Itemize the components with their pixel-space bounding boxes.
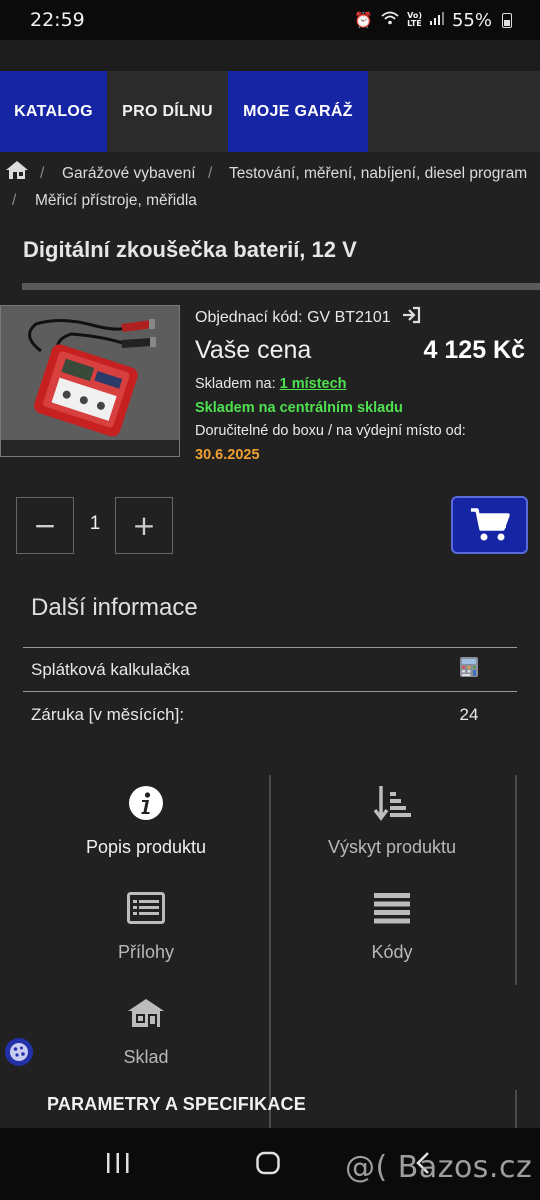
- more-info-title: Další informace: [31, 594, 198, 621]
- tab-pro-dilnu[interactable]: PRO DÍLNU: [107, 71, 228, 152]
- tab-katalog[interactable]: KATALOG: [0, 71, 107, 152]
- status-bar: 22:59 ⏰ Vo) LTE 55%: [0, 0, 540, 40]
- watermark-logo: @( Bazos.cz: [345, 1150, 533, 1185]
- main-nav: KATALOG PRO DÍLNU MOJE GARÁŽ: [0, 71, 540, 152]
- params-heading[interactable]: PARAMETRY A SPECIFIKACE: [47, 1094, 306, 1115]
- nav-spacer: [368, 71, 540, 152]
- tile-kody[interactable]: Kódy: [269, 888, 515, 963]
- tab-moje-garaz[interactable]: MOJE GARÁŽ: [228, 71, 368, 152]
- calculator-icon[interactable]: [429, 656, 509, 683]
- tile-label: Popis produktu: [85, 837, 207, 857]
- tile-label: Kódy: [371, 942, 413, 962]
- wifi-icon: [381, 11, 399, 29]
- row-label: Splátková kalkulačka: [31, 659, 190, 679]
- quantity-decrement-button[interactable]: −: [16, 497, 74, 554]
- table-row: Záruka [v měsících]: 24: [23, 692, 517, 737]
- stock-prefix: Skladem na:: [195, 376, 276, 392]
- delivery-date: 30.6.2025: [195, 447, 260, 463]
- image-base: [1, 440, 179, 456]
- tile-sklad[interactable]: Sklad: [23, 993, 269, 1068]
- quantity-increment-button[interactable]: +: [115, 497, 173, 554]
- breadcrumb-item-testovani[interactable]: Testování, měření, nabíjení, diesel prog…: [229, 165, 527, 183]
- status-time: 22:59: [30, 9, 85, 31]
- breadcrumb-item-garazove[interactable]: Garážové vybavení: [62, 165, 196, 183]
- breadcrumb-separator: /: [40, 165, 45, 182]
- product-tiles: Popis produktu Výskyt produktu Přílohy K…: [23, 775, 517, 1135]
- breadcrumb-separator: /: [208, 165, 213, 182]
- page-title: Digitální zkoušečka baterií, 12 V: [23, 237, 357, 262]
- breadcrumb-item-merici[interactable]: Měřicí přístroje, měřidla: [35, 192, 197, 210]
- more-info-table: Splátková kalkulačka Záruka [v měsících]…: [23, 647, 517, 737]
- price-value: 4 125 Kč: [423, 336, 525, 364]
- stock-central: Skladem na centrálním skladu: [195, 400, 403, 416]
- cart-icon: [470, 508, 510, 541]
- battery-percent: 55%: [451, 9, 492, 31]
- login-arrow-icon[interactable]: [401, 306, 421, 329]
- tile-vyskyt-produktu[interactable]: Výskyt produktu: [269, 783, 515, 858]
- breadcrumb-separator: /: [12, 192, 17, 209]
- warehouse-icon: [23, 993, 269, 1033]
- recent-apps-icon[interactable]: [105, 1150, 131, 1180]
- product-info: Objednací kód: GV BT2101 Vaše cena 4 125…: [195, 306, 530, 463]
- home-button-icon[interactable]: [255, 1150, 281, 1180]
- volte-icon: Vo) LTE: [407, 11, 422, 28]
- tile-label: Sklad: [123, 1047, 169, 1067]
- sort-icon: [269, 783, 515, 823]
- home-icon[interactable]: [5, 160, 29, 185]
- order-code-row: Objednací kód: GV BT2101: [195, 306, 530, 329]
- signal-icon: [429, 11, 444, 29]
- add-to-cart-button[interactable]: [451, 496, 528, 554]
- info-icon: [23, 783, 269, 823]
- price-label: Vaše cena: [195, 336, 312, 364]
- row-label: Záruka [v měsících]:: [31, 704, 185, 724]
- stock-row: Skladem na: 1 místech: [195, 376, 347, 392]
- tile-label: Přílohy: [117, 942, 175, 962]
- row-value: 24: [459, 704, 479, 724]
- order-code: Objednací kód: GV BT2101: [195, 308, 391, 326]
- quantity-value[interactable]: 1: [86, 513, 104, 535]
- price-row: Vaše cena 4 125 Kč: [195, 336, 525, 365]
- list-box-icon: [23, 888, 269, 928]
- stock-locations-link[interactable]: 1 místech: [280, 376, 347, 392]
- tile-prilohy[interactable]: Přílohy: [23, 888, 269, 963]
- product-image[interactable]: [0, 305, 180, 457]
- delivery-text: Doručitelné do boxu / na výdejní místo o…: [195, 423, 466, 439]
- tile-popis-produktu[interactable]: Popis produktu: [23, 783, 269, 858]
- status-icons: ⏰ Vo) LTE 55%: [354, 10, 512, 31]
- lines-icon: [269, 888, 515, 928]
- alarm-icon: ⏰: [354, 11, 374, 29]
- battery-icon: [502, 12, 512, 28]
- top-strip: [0, 40, 540, 71]
- grid-divider: [515, 775, 517, 985]
- tile-label: Výskyt produktu: [327, 837, 457, 857]
- title-divider: [22, 283, 540, 290]
- table-row: Splátková kalkulačka: [23, 647, 517, 692]
- cookie-settings-icon[interactable]: [5, 1038, 33, 1066]
- battery-tester-image: [28, 319, 156, 437]
